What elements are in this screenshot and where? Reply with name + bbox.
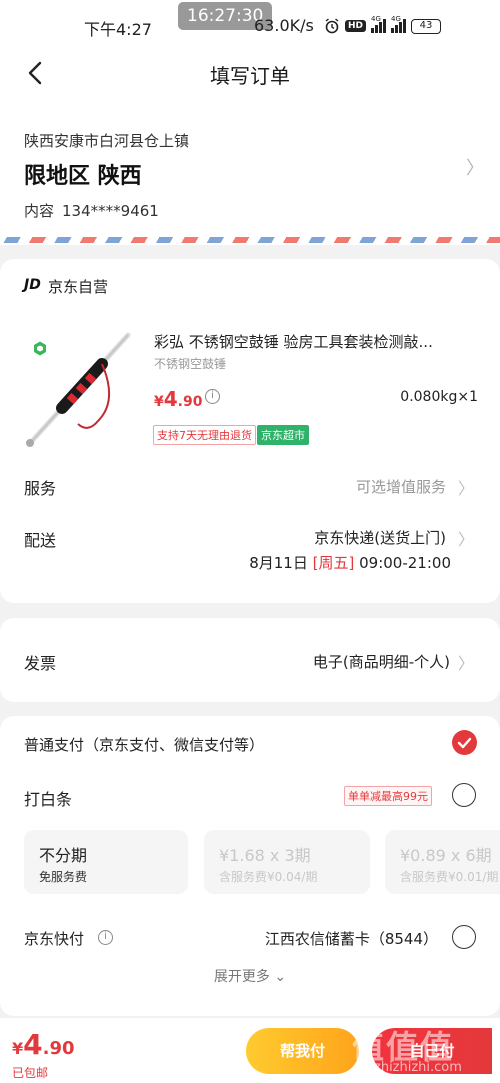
invoice-label: 发票 xyxy=(24,654,57,673)
contact-label: 内容 xyxy=(24,202,55,220)
chevron-right-icon: 〉 xyxy=(457,530,474,549)
installment-option-none[interactable]: 不分期 免服务费 xyxy=(24,830,188,894)
product-weight: 0.080kg×1 xyxy=(400,389,478,405)
nav-header: 填写订单 xyxy=(0,52,500,100)
delivery-time: 8月11日 [周五] 09:00-21:00 xyxy=(249,554,451,572)
payment-card: 普通支付（京东支付、微信支付等） 打白条 单单减最高99元 不分期 免服务费 ¥… xyxy=(0,716,500,1016)
normal-pay-label[interactable]: 普通支付（京东支付、微信支付等） xyxy=(24,734,264,755)
battery-icon: 43 xyxy=(411,18,442,34)
invoice-card[interactable]: 发票 电子(商品明细-个人) 〉 xyxy=(0,618,500,702)
address-contact: 内容 134****9461 xyxy=(24,200,159,221)
chevron-right-icon: 〉 xyxy=(466,158,484,179)
invoice-value: 电子(商品明细-个人) xyxy=(312,653,450,671)
page-title: 填写订单 xyxy=(210,64,290,88)
quickpay-radio[interactable] xyxy=(452,925,476,949)
status-icons: HD 4G 4G 43 xyxy=(324,15,442,36)
info-icon[interactable]: i xyxy=(98,930,113,945)
address-detail: 限地区 陕西 xyxy=(24,164,142,189)
status-bar: 下午4:27 16:27:30 63.0K/s HD 4G 4G 43 xyxy=(0,0,500,52)
baitiao-radio[interactable] xyxy=(452,783,476,807)
address-region: 陕西安康市白河县仓上镇 xyxy=(24,132,190,150)
installment-option-6[interactable]: ¥0.89 x 6期 含服务费¥0.01/期 xyxy=(385,830,500,894)
delivery-value[interactable]: 京东快递(送货上门) xyxy=(314,527,446,548)
envelope-stripe xyxy=(0,237,500,243)
expand-more-button[interactable]: 展开更多 ⌄ xyxy=(0,966,500,986)
quickpay-label[interactable]: 京东快付 xyxy=(24,928,84,949)
bank-card-label: 江西农信储蓄卡（8544） xyxy=(264,930,438,948)
help-pay-button[interactable]: 帮我付 xyxy=(246,1028,359,1074)
contact-phone: 134****9461 xyxy=(62,202,159,220)
info-icon[interactable]: i xyxy=(205,389,220,404)
baitiao-label[interactable]: 打白条 xyxy=(24,786,72,810)
hd-icon: HD xyxy=(345,20,367,32)
total-price: ¥4.90 xyxy=(12,1028,75,1061)
service-value[interactable]: 可选增值服务 xyxy=(356,476,446,497)
watermark-url: zhizhizhi.com xyxy=(374,1060,462,1075)
signal-icon: 4G xyxy=(371,15,387,33)
signal-icon-2: 4G xyxy=(391,15,407,33)
chevron-right-icon: 〉 xyxy=(457,654,474,673)
chevron-down-icon: ⌄ xyxy=(274,969,287,985)
shipping-status: 已包邮 xyxy=(12,1066,49,1080)
status-time: 下午4:27 xyxy=(84,20,152,39)
service-label: 服务 xyxy=(24,479,57,498)
checkmark-selected-icon[interactable] xyxy=(452,730,477,755)
chevron-right-icon: 〉 xyxy=(457,479,474,498)
brand-logo-icon xyxy=(34,341,46,356)
supermarket-badge: 京东超市 xyxy=(257,425,309,445)
jd-logo-icon: JD xyxy=(24,277,41,293)
network-speed: 63.0K/s xyxy=(254,16,314,35)
product-price: ¥4.90 xyxy=(154,387,203,411)
store-name: 京东自营 xyxy=(48,278,109,296)
product-spec: 不锈钢空鼓锤 xyxy=(154,357,227,371)
promo-badge: 单单减最高99元 xyxy=(344,786,432,806)
delivery-label: 配送 xyxy=(24,531,57,550)
store-card: JD 京东自营 彩弘 不锈钢空鼓锤 验房工具套装检测敲... 不锈钢空鼓锤 ¥4… xyxy=(0,259,500,603)
alarm-icon xyxy=(325,18,339,34)
installment-option-3[interactable]: ¥1.68 x 3期 含服务费¥0.04/期 xyxy=(204,830,370,894)
address-card[interactable]: 陕西安康市白河县仓上镇 限地区 陕西 内容 134****9461 〉 xyxy=(0,100,500,245)
return-policy-badge: 支持7天无理由退货 xyxy=(153,425,256,445)
product-image[interactable] xyxy=(18,321,136,449)
product-title[interactable]: 彩弘 不锈钢空鼓锤 验房工具套装检测敲... xyxy=(154,331,474,352)
